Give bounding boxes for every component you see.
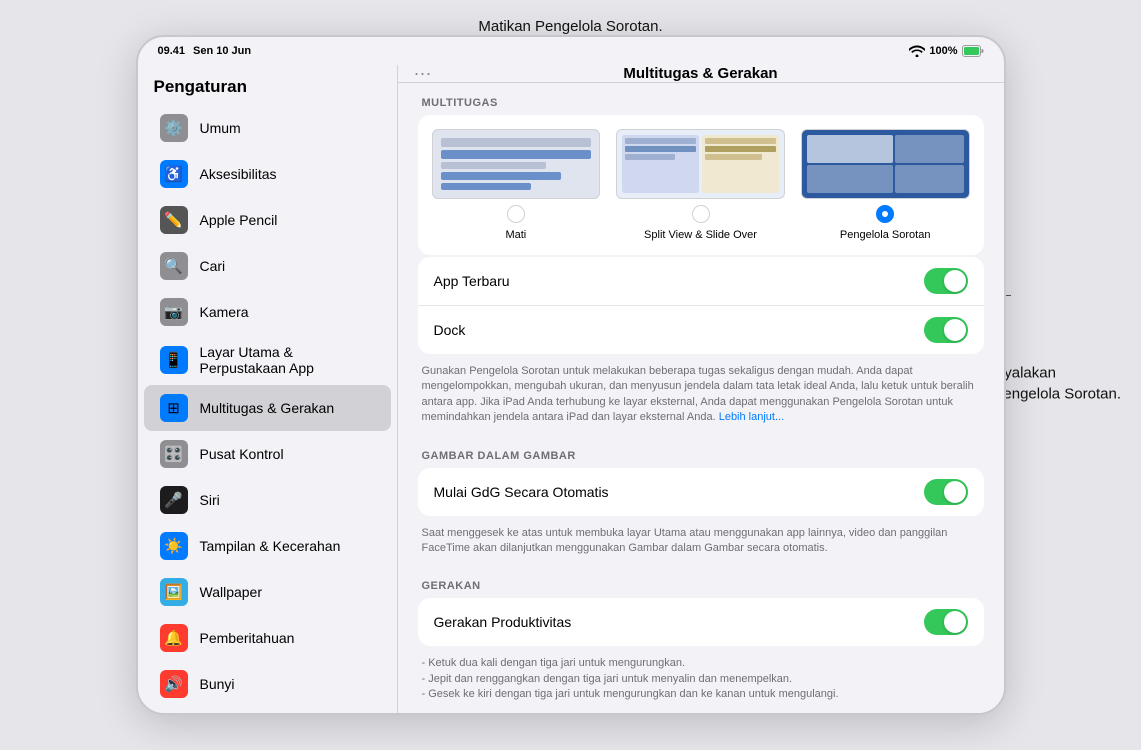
- sidebar-item-pemberitahuan[interactable]: 🔔 Pemberitahuan: [144, 615, 391, 661]
- multitask-option-pengelola[interactable]: Pengelola Sorotan: [801, 129, 970, 241]
- preview-pengelola: [801, 129, 970, 199]
- settings-row-dock[interactable]: Dock: [418, 306, 984, 354]
- label-mati: Mati: [505, 229, 526, 241]
- main-panel: ··· Multitugas & Gerakan MULTITUGAS: [398, 65, 1004, 713]
- settings-row-gdg[interactable]: Mulai GdG Secara Otomatis: [418, 468, 984, 516]
- wallpaper-icon: 🖼️: [160, 578, 188, 606]
- sidebar-label-multitugas: Multitugas & Gerakan: [200, 400, 335, 416]
- sidebar-title: Pengaturan: [138, 65, 397, 105]
- sidebar-item-siri[interactable]: 🎤 Siri: [144, 477, 391, 523]
- sidebar-item-pusat-kontrol[interactable]: 🎛️ Pusat Kontrol: [144, 431, 391, 477]
- content-area: MULTITUGAS Mat: [398, 83, 1004, 713]
- multitask-option-split[interactable]: Split View & Slide Over: [616, 129, 785, 241]
- sidebar-item-fokus[interactable]: 🌙 Fokus: [144, 707, 391, 713]
- battery-display: 100%: [929, 45, 957, 57]
- sidebar-label-pusat-kontrol: Pusat Kontrol: [200, 446, 284, 462]
- sidebar-label-apple-pencil: Apple Pencil: [200, 212, 278, 228]
- label-gdg: Mulai GdG Secara Otomatis: [434, 484, 609, 500]
- preview-mati: [432, 129, 601, 199]
- sidebar-label-cari: Cari: [200, 258, 226, 274]
- sidebar-label-pemberitahuan: Pemberitahuan: [200, 630, 295, 646]
- description-gerakan-produktivitas: - Ketuk dua kali dengan tiga jari untuk …: [418, 648, 984, 712]
- settings-group-main: App Terbaru Dock: [418, 257, 984, 354]
- lebih-lanjut-link[interactable]: Lebih lanjut...: [719, 411, 784, 423]
- toggle-dock[interactable]: [924, 317, 968, 343]
- apple-pencil-icon: ✏️: [160, 206, 188, 234]
- label-dock: Dock: [434, 322, 466, 338]
- nav-title: Multitugas & Gerakan: [623, 65, 777, 82]
- sidebar-item-apple-pencil[interactable]: ✏️ Apple Pencil: [144, 197, 391, 243]
- label-pengelola: Pengelola Sorotan: [840, 229, 931, 241]
- sidebar-item-aksesibilitas[interactable]: ♿ Aksesibilitas: [144, 151, 391, 197]
- preview-bar-1: [441, 138, 592, 147]
- callout-right-label: Nyalakan Pengelola Sorotan.: [993, 362, 1121, 404]
- nav-dots[interactable]: ···: [414, 65, 432, 84]
- label-split: Split View & Slide Over: [644, 229, 757, 241]
- label-gerakan-produktivitas: Gerakan Produktivitas: [434, 614, 572, 630]
- wifi-icon: [909, 45, 925, 57]
- status-bar: 09.41 Sen 10 Jun 100%: [138, 37, 1004, 65]
- sidebar-item-cari[interactable]: 🔍 Cari: [144, 243, 391, 289]
- sidebar-item-wallpaper[interactable]: 🖼️ Wallpaper: [144, 569, 391, 615]
- preview-split: [616, 129, 785, 199]
- siri-icon: 🎤: [160, 486, 188, 514]
- sidebar-item-umum[interactable]: ⚙️ Umum: [144, 105, 391, 151]
- sidebar-label-tampilan: Tampilan & Kecerahan: [200, 538, 341, 554]
- sidebar-item-layar-utama[interactable]: 📱 Layar Utama & Perpustakaan App: [144, 335, 391, 385]
- sidebar-item-multitugas[interactable]: ⊞ Multitugas & Gerakan: [144, 385, 391, 431]
- preview-bar-5: [441, 183, 531, 190]
- toggle-app-terbaru[interactable]: [924, 268, 968, 294]
- sidebar-label-aksesibilitas: Aksesibilitas: [200, 166, 277, 182]
- settings-group-gdg: Mulai GdG Secara Otomatis: [418, 468, 984, 516]
- tampilan-icon: ☀️: [160, 532, 188, 560]
- callout-top-label: Matikan Pengelola Sorotan.: [478, 18, 662, 35]
- nav-bar: ··· Multitugas & Gerakan: [398, 65, 1004, 83]
- preview-bar-4: [441, 172, 562, 179]
- radio-pengelola[interactable]: [876, 205, 894, 223]
- time-display: 09.41: [158, 45, 186, 57]
- ipad-content: Pengaturan ⚙️ Umum ♿ Aksesibilitas ✏️ Ap…: [138, 65, 1004, 713]
- layar-utama-icon: 📱: [160, 346, 188, 374]
- toggle-gdg[interactable]: [924, 479, 968, 505]
- sidebar-label-layar-utama: Layar Utama & Perpustakaan App: [200, 344, 375, 376]
- preview-bar-2: [441, 150, 592, 159]
- sidebar-label-bunyi: Bunyi: [200, 676, 235, 692]
- multitugas-section-header: MULTITUGAS: [418, 83, 984, 115]
- bunyi-icon: 🔊: [160, 670, 188, 698]
- sidebar-label-siri: Siri: [200, 492, 220, 508]
- date-display: Sen 10 Jun: [193, 45, 251, 57]
- label-app-terbaru: App Terbaru: [434, 273, 510, 289]
- aksesibilitas-icon: ♿: [160, 160, 188, 188]
- battery-icon: [962, 45, 984, 57]
- gdg-section-header: GAMBAR DALAM GAMBAR: [418, 436, 984, 468]
- sidebar-label-umum: Umum: [200, 120, 241, 136]
- multitugas-icon: ⊞: [160, 394, 188, 422]
- pemberitahuan-icon: 🔔: [160, 624, 188, 652]
- sidebar-item-bunyi[interactable]: 🔊 Bunyi: [144, 661, 391, 707]
- toggle-gerakan-produktivitas[interactable]: [924, 609, 968, 635]
- kamera-icon: 📷: [160, 298, 188, 326]
- description-pengelola: Gunakan Pengelola Sorotan untuk melakuka…: [418, 356, 984, 436]
- sidebar-label-wallpaper: Wallpaper: [200, 584, 263, 600]
- ipad-frame: 09.41 Sen 10 Jun 100% Pengaturan ⚙️: [136, 35, 1006, 715]
- sidebar: Pengaturan ⚙️ Umum ♿ Aksesibilitas ✏️ Ap…: [138, 65, 398, 713]
- sidebar-item-tampilan[interactable]: ☀️ Tampilan & Kecerahan: [144, 523, 391, 569]
- radio-mati[interactable]: [507, 205, 525, 223]
- settings-row-app-terbaru[interactable]: App Terbaru: [418, 257, 984, 306]
- description-gdg: Saat menggesek ke atas untuk membuka lay…: [418, 518, 984, 567]
- gerakan-section-header: GERAKAN: [418, 566, 984, 598]
- sidebar-item-kamera[interactable]: 📷 Kamera: [144, 289, 391, 335]
- settings-row-gerakan-produktivitas[interactable]: Gerakan Produktivitas: [418, 598, 984, 646]
- radio-split[interactable]: [692, 205, 710, 223]
- sidebar-label-kamera: Kamera: [200, 304, 249, 320]
- umum-icon: ⚙️: [160, 114, 188, 142]
- multitask-option-mati[interactable]: Mati: [432, 129, 601, 241]
- multitask-options: Mati: [418, 115, 984, 255]
- preview-bar-3: [441, 162, 546, 169]
- pusat-kontrol-icon: 🎛️: [160, 440, 188, 468]
- cari-icon: 🔍: [160, 252, 188, 280]
- status-bar-left: 09.41 Sen 10 Jun: [158, 45, 252, 57]
- status-bar-right: 100%: [909, 45, 983, 57]
- settings-group-gerakan-produktivitas: Gerakan Produktivitas: [418, 598, 984, 646]
